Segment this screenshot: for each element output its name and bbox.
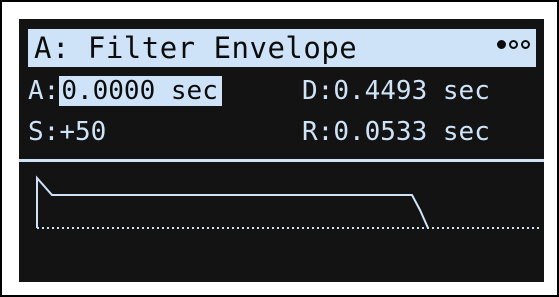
sustain-param[interactable]: S:+50	[28, 116, 106, 148]
release-label: R:	[302, 117, 334, 147]
page-indicator[interactable]	[497, 40, 530, 49]
oled-display: A: Filter Envelope A:0.0000 sec D:0.4493…	[19, 19, 544, 282]
attack-value[interactable]: 0.0000 sec	[59, 76, 222, 106]
decay-param[interactable]: D:0.4493 sec	[302, 75, 490, 107]
sustain-value[interactable]: +50	[59, 117, 106, 147]
release-value[interactable]: 0.0533 sec	[333, 117, 490, 147]
release-param[interactable]: R:0.0533 sec	[302, 116, 490, 148]
attack-label: A:	[28, 76, 60, 106]
envelope-graph	[36, 175, 539, 229]
envelope-curve	[36, 175, 429, 229]
title-bar: A: Filter Envelope	[28, 29, 536, 67]
page-dot-3	[521, 40, 530, 49]
page-title: A: Filter Envelope	[34, 31, 358, 65]
display-frame: A: Filter Envelope A:0.0000 sec D:0.4493…	[0, 0, 559, 297]
page-dot-1	[497, 40, 506, 49]
sustain-label: S:	[28, 117, 60, 147]
decay-label: D:	[302, 76, 334, 106]
page-dot-2	[509, 40, 518, 49]
decay-value[interactable]: 0.4493 sec	[333, 76, 490, 106]
attack-param[interactable]: A:0.0000 sec	[28, 75, 222, 107]
